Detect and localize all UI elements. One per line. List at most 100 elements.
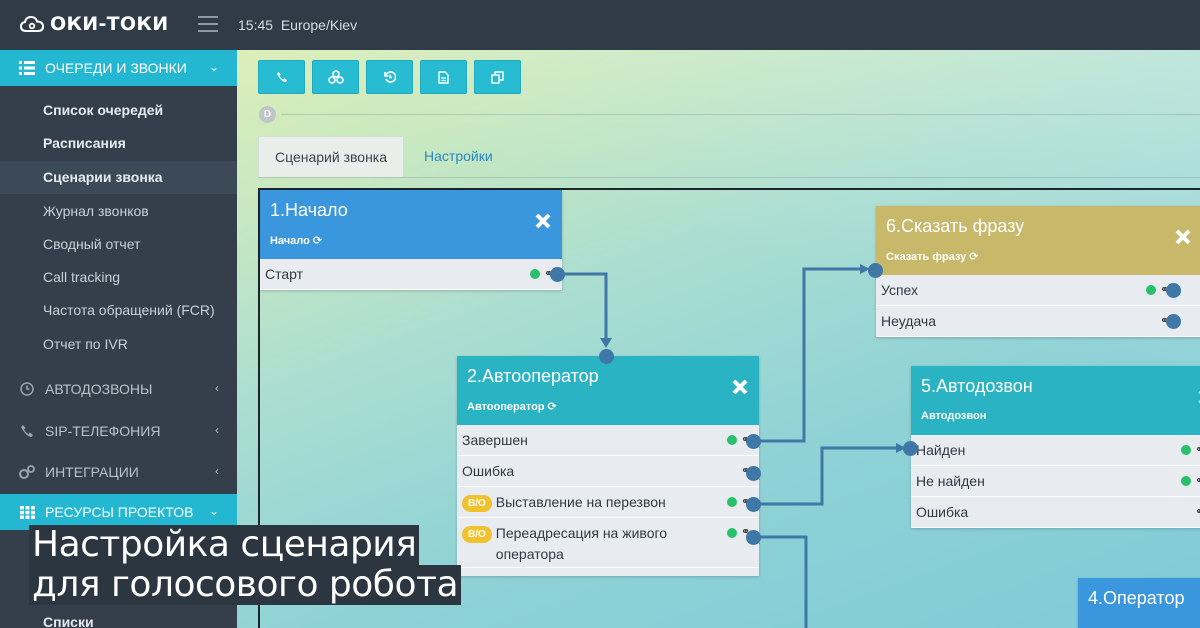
clock-timezone: Europe/Kiev bbox=[280, 17, 358, 33]
vo-badge: В/О bbox=[462, 525, 492, 543]
scenario-toolbar bbox=[258, 60, 521, 94]
output-label: Успех bbox=[881, 282, 919, 298]
input-port[interactable] bbox=[599, 349, 614, 364]
input-port[interactable] bbox=[868, 263, 883, 278]
sidebar-item-ivr-report[interactable]: Отчет по IVR bbox=[0, 328, 237, 361]
input-port[interactable] bbox=[903, 441, 918, 456]
node-title: 5.Автодозвон bbox=[921, 376, 1033, 396]
network-icon bbox=[327, 70, 344, 84]
refresh-icon[interactable]: ⟳ bbox=[548, 400, 557, 413]
output-label: Переадресация на живого оператора bbox=[495, 525, 668, 562]
node-subtitle: Сказать фразу bbox=[886, 250, 967, 263]
menu-toggle-icon[interactable] bbox=[198, 16, 218, 33]
output-port[interactable] bbox=[1166, 283, 1181, 298]
vo-badge: В/О bbox=[462, 494, 492, 512]
copy-icon bbox=[491, 70, 504, 84]
output-port[interactable] bbox=[746, 530, 761, 545]
chevron-down-icon: ⌄ bbox=[208, 504, 219, 518]
sidebar-section-autodial[interactable]: АВТОДОЗВОНЫ ‹ bbox=[0, 371, 237, 407]
output-port[interactable] bbox=[746, 497, 761, 512]
tab-call-scenario[interactable]: Сценарий звонка bbox=[258, 136, 405, 177]
sidebar-section-label: АВТОДОЗВОНЫ bbox=[45, 381, 153, 397]
sidebar-item-queue-list[interactable]: Список очередей bbox=[0, 94, 237, 127]
node-output-row: В/ОВыставление на перезвон ⚭ bbox=[457, 487, 759, 518]
history-icon bbox=[383, 71, 396, 83]
network-button[interactable] bbox=[312, 60, 359, 94]
output-label: Старт bbox=[265, 266, 304, 282]
link-icon: ⚭ bbox=[1195, 506, 1200, 518]
node-subtitle: Автодозвон bbox=[921, 410, 987, 422]
sidebar-item-call-log[interactable]: Журнал звонков bbox=[0, 195, 237, 228]
phone-icon bbox=[18, 422, 36, 440]
logo[interactable]: ОКИ-ТОКИ bbox=[20, 13, 168, 35]
status-dot bbox=[1181, 445, 1191, 455]
node-output-row: Старт ⚭ bbox=[260, 259, 562, 290]
divider bbox=[258, 177, 1200, 178]
divider bbox=[281, 114, 1200, 115]
sidebar-item-lists[interactable]: Списки bbox=[0, 606, 237, 628]
tab-bar: Сценарий звонка Настройки bbox=[258, 136, 509, 177]
link-icon: ⚭ bbox=[1195, 475, 1200, 487]
refresh-icon[interactable]: ⟳ bbox=[969, 250, 978, 263]
output-label: Неудача bbox=[881, 313, 937, 329]
output-label: Выставление на перезвон bbox=[495, 494, 666, 510]
caption-line-1: Настройка сценария bbox=[29, 525, 420, 565]
document-button[interactable] bbox=[420, 60, 467, 94]
gears-icon bbox=[18, 463, 36, 481]
sidebar-section-integrations[interactable]: ИНТЕГРАЦИИ ‹ bbox=[0, 454, 237, 490]
node-output-row: Ошибка ⚭ bbox=[457, 456, 759, 487]
phone-icon bbox=[276, 71, 287, 83]
sidebar-item-schedules[interactable]: Расписания bbox=[0, 127, 237, 160]
node-say-phrase[interactable]: 6.Сказать фразу Сказать фразу ⟳ Успех ⚭ Н… bbox=[868, 206, 1200, 337]
node-subtitle: Начало bbox=[270, 234, 310, 247]
node-output-row: Ошибка ⚭ bbox=[911, 497, 1200, 528]
list-icon bbox=[18, 59, 36, 77]
node-title: 1.Начало bbox=[270, 200, 348, 220]
output-label: Найден bbox=[916, 442, 966, 458]
sidebar-item-call-scenarios[interactable]: Сценарии звонка bbox=[0, 161, 237, 194]
sidebar-section-label: ОЧЕРЕДИ И ЗВОНКИ bbox=[45, 60, 187, 76]
status-dot bbox=[727, 435, 737, 445]
chevron-down-icon: ⌄ bbox=[208, 60, 219, 74]
user-badge[interactable]: D bbox=[259, 106, 276, 123]
node-output-row: Неудача ⚭ bbox=[876, 306, 1200, 337]
close-icon[interactable] bbox=[534, 212, 552, 230]
sidebar-section-label: РЕСУРСЫ ПРОЕКТОВ bbox=[45, 504, 194, 520]
document-icon bbox=[438, 70, 449, 84]
output-port[interactable] bbox=[550, 267, 565, 282]
node-autodial[interactable]: 5.Автодозвон Автодозвон Найден ⚭ Не найд… bbox=[903, 366, 1200, 528]
node-output-row: Завершен ⚭ bbox=[457, 425, 759, 456]
close-icon[interactable] bbox=[731, 378, 749, 396]
history-button[interactable] bbox=[366, 60, 413, 94]
cloud-logo-icon bbox=[20, 15, 44, 32]
clock-icon bbox=[18, 380, 36, 398]
sidebar-item-summary-report[interactable]: Сводный отчет bbox=[0, 228, 237, 261]
output-port[interactable] bbox=[1166, 314, 1181, 329]
status-dot bbox=[727, 497, 737, 507]
sidebar-item-fcr[interactable]: Частота обращений (FCR) bbox=[0, 294, 237, 327]
clock: 15:45 Europe/Kiev bbox=[238, 17, 357, 33]
node-output-row: Успех ⚭ bbox=[876, 275, 1200, 306]
phone-button[interactable] bbox=[258, 60, 305, 94]
node-start[interactable]: 1.Начало Начало ⟳ Старт ⚭ bbox=[260, 190, 565, 290]
node-operator[interactable]: 4.Оператор bbox=[1078, 578, 1200, 628]
output-port[interactable] bbox=[746, 466, 761, 481]
tab-settings[interactable]: Настройки bbox=[404, 136, 509, 177]
sidebar-item-call-tracking[interactable]: Call tracking bbox=[0, 261, 237, 294]
copy-button[interactable] bbox=[474, 60, 521, 94]
sidebar-section-queues[interactable]: ОЧЕРЕДИ И ЗВОНКИ ⌄ bbox=[0, 50, 237, 86]
chevron-left-icon: ‹ bbox=[215, 464, 219, 478]
chevron-left-icon: ‹ bbox=[215, 423, 219, 437]
caption-line-2: для голосового робота bbox=[29, 565, 462, 605]
close-icon[interactable] bbox=[1174, 228, 1192, 246]
status-dot bbox=[727, 528, 737, 538]
top-bar: ОКИ-ТОКИ 15:45 Europe/Kiev bbox=[0, 0, 1200, 50]
sidebar-section-label: SIP-ТЕЛЕФОНИЯ bbox=[45, 423, 161, 439]
node-autooperator[interactable]: 2.Автооператор Автооператор⟳ Завершен ⚭ … bbox=[457, 349, 761, 576]
node-output-row: В/О Переадресация на живого оператора ⚭ bbox=[457, 518, 759, 568]
sidebar-section-sip[interactable]: SIP-ТЕЛЕФОНИЯ ‹ bbox=[0, 413, 237, 449]
output-label: Завершен bbox=[462, 432, 528, 448]
refresh-icon[interactable]: ⟳ bbox=[313, 234, 322, 247]
output-port[interactable] bbox=[746, 434, 761, 449]
grid-icon bbox=[18, 503, 36, 521]
